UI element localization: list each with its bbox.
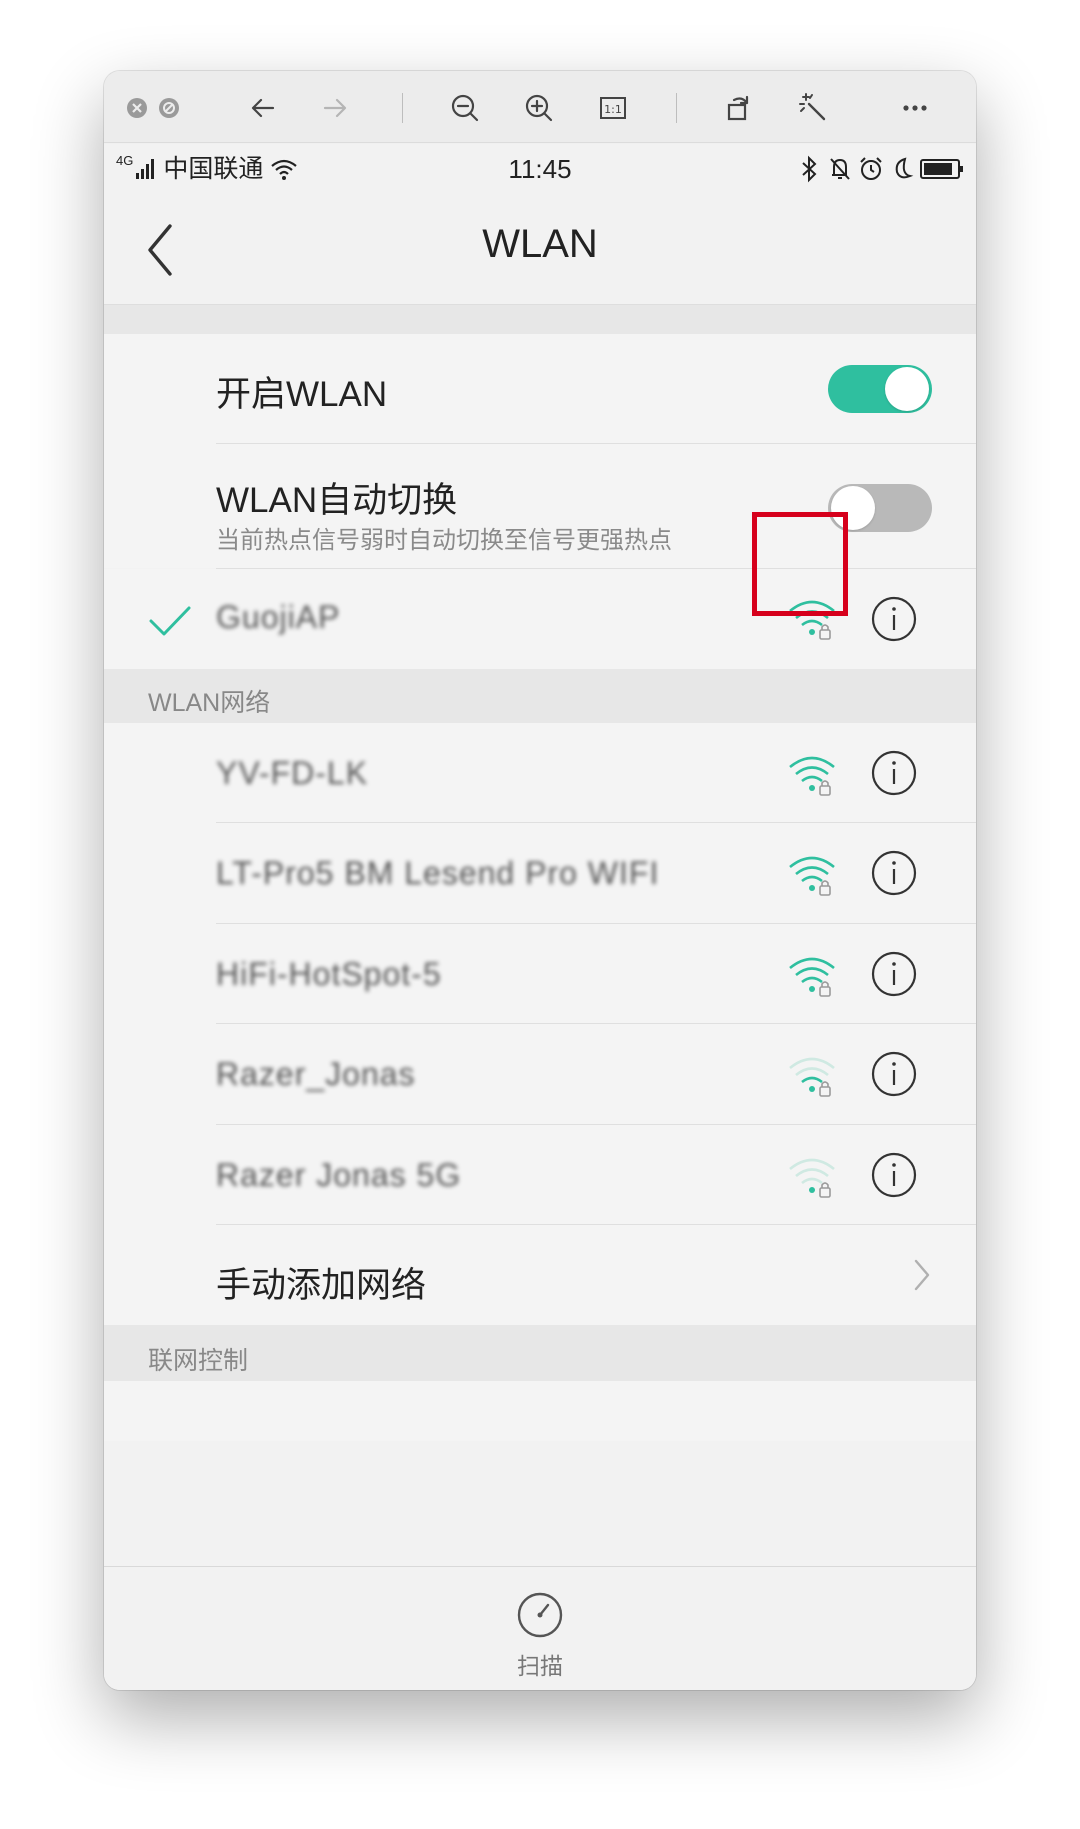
auto-switch-description: 当前热点信号弱时自动切换至信号更强热点 [216,527,672,554]
info-icon[interactable] [870,595,918,643]
network-row[interactable]: Razer Jonas 5G [104,1124,976,1225]
status-bar: 4G 中国联通 11:45 [104,144,976,194]
wifi-signal-icon [789,1057,835,1097]
network-ssid: Razer_Jonas [216,1056,416,1093]
network-row[interactable]: Razer_Jonas [104,1024,976,1125]
actual-size-icon[interactable]: 1:1 [594,89,632,127]
network-row[interactable]: YV-FD-LK [104,723,976,824]
alarm-icon [860,157,882,180]
info-icon[interactable] [870,849,918,897]
more-icon[interactable] [896,89,934,127]
wifi-signal-icon [789,857,835,897]
svg-text:1:1: 1:1 [604,103,622,116]
phone-screen: 4G 中国联通 11:45 WLAN 开启WLAN WLAN自动切换 当前热点信… [104,144,976,1690]
wifi-signal-icon [789,957,835,997]
network-row[interactable]: LT-Pro5 BM Lesend Pro WIFI [104,823,976,924]
nav-bar: WLAN [104,194,976,306]
chevron-right-icon [914,1259,930,1291]
wlan-toggle-label: 开启WLAN [216,375,388,414]
info-icon[interactable] [870,1050,918,1098]
back-arrow-icon[interactable] [244,89,282,127]
page-title: WLAN [482,222,598,266]
network-ssid: Razer Jonas 5G [216,1156,462,1193]
add-network-label: 手动添加网络 [216,1266,427,1305]
bottom-action-bar: 扫描 [104,1566,976,1690]
zoom-in-icon[interactable] [520,89,558,127]
scan-icon[interactable] [516,1591,564,1639]
connected-network-ssid: GuojiAP [216,599,341,635]
network-control-section-header: 联网控制 [104,1325,976,1381]
network-row[interactable]: HiFi-HotSpot-5 [104,923,976,1025]
forward-arrow-icon[interactable] [316,89,354,127]
network-ssid: YV-FD-LK [216,755,369,791]
network-control-row[interactable] [104,1381,976,1441]
wifi-signal-icon [789,1158,835,1198]
zoom-out-icon[interactable] [446,89,484,127]
info-icon[interactable] [870,749,918,797]
add-network-row[interactable]: 手动添加网络 [104,1225,976,1325]
rotate-icon[interactable] [720,89,758,127]
info-icon[interactable] [870,1151,918,1199]
viewer-toolbar: 1:1 [104,71,976,143]
connected-check-icon [149,606,191,636]
highlight-annotation [752,512,848,616]
auto-switch-label: WLAN自动切换 [216,481,458,520]
wifi-signal-icon [789,756,835,796]
moon-icon [895,157,914,179]
wlan-networks-section-header: WLAN网络 [104,669,976,723]
wlan-toggle-row[interactable]: 开启WLAN [104,334,976,444]
minimize-icon[interactable] [158,97,180,119]
scan-label[interactable]: 扫描 [104,1647,976,1681]
battery-icon [920,159,963,179]
network-ssid: LT-Pro5 BM Lesend Pro WIFI [216,855,660,892]
close-icon[interactable] [126,97,148,119]
mute-bell-icon [830,158,850,180]
info-icon[interactable] [870,950,918,998]
magic-wand-icon[interactable] [794,89,832,127]
wlan-toggle-switch[interactable] [828,365,932,413]
network-ssid: HiFi-HotSpot-5 [216,955,442,992]
image-viewer-window: 1:1 4G 中国联通 11:45 WLAN 开启WLAN WLAN自动切换 当… [104,71,976,1690]
bluetooth-icon [802,155,817,183]
